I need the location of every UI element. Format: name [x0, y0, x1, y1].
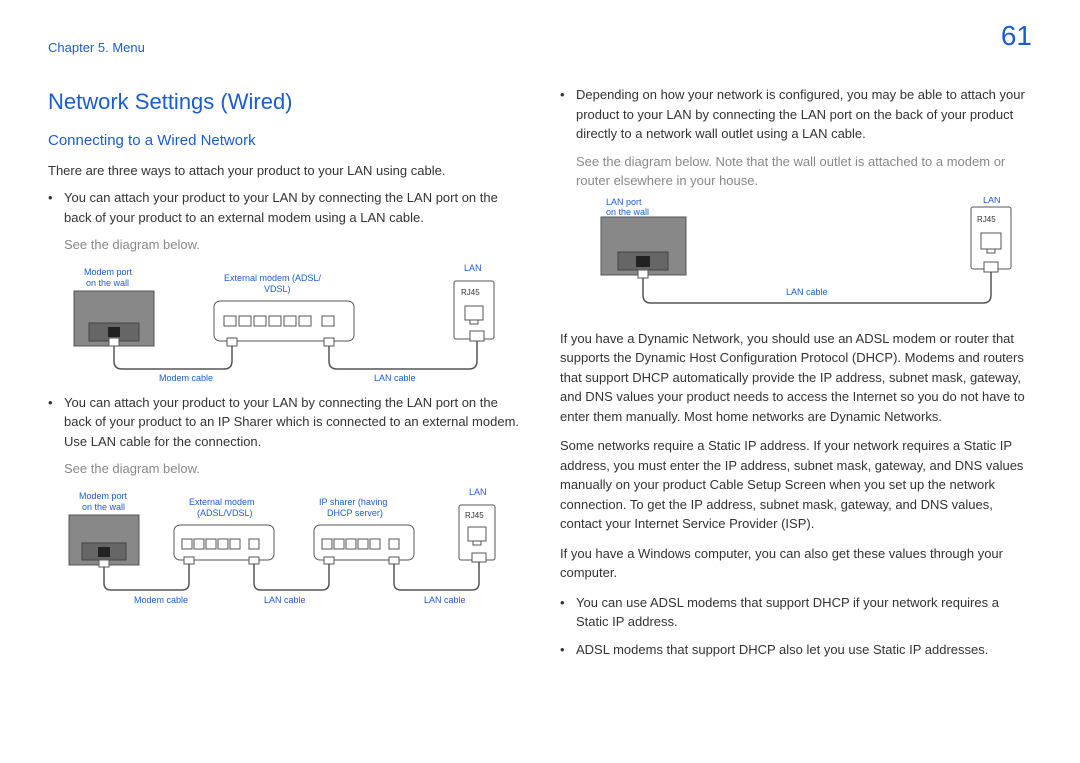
svg-text:LAN cable: LAN cable — [424, 595, 466, 605]
diagram-3-svg: LAN port on the wall RJ45 LAN LAN cable — [576, 197, 1016, 317]
bullet-list: You can attach your product to your LAN … — [48, 188, 520, 227]
svg-text:RJ45: RJ45 — [977, 215, 996, 224]
svg-text:IP sharer (having: IP sharer (having — [319, 497, 387, 507]
svg-text:RJ45: RJ45 — [461, 288, 480, 297]
subsection-title: Connecting to a Wired Network — [48, 130, 520, 153]
svg-text:VDSL): VDSL) — [264, 284, 291, 294]
body-paragraph: If you have a Windows computer, you can … — [560, 544, 1032, 583]
see-diagram-text: See the diagram below. — [48, 235, 520, 255]
bullet-list: Depending on how your network is configu… — [560, 85, 1032, 144]
page-header: Chapter 5. Menu 61 — [48, 40, 1032, 55]
see-diagram-text: See the diagram below. Note that the wal… — [560, 152, 1032, 191]
body-paragraph: Some networks require a Static IP addres… — [560, 436, 1032, 534]
svg-text:Modem cable: Modem cable — [134, 595, 188, 605]
svg-text:Modem port: Modem port — [84, 267, 133, 277]
svg-text:(ADSL/VDSL): (ADSL/VDSL) — [197, 508, 253, 518]
body-paragraph: If you have a Dynamic Network, you shoul… — [560, 329, 1032, 427]
chapter-label: Chapter 5. Menu — [48, 40, 145, 55]
intro-text: There are three ways to attach your prod… — [48, 161, 520, 181]
see-diagram-text: See the diagram below. — [48, 459, 520, 479]
svg-text:External modem (ADSL/: External modem (ADSL/ — [224, 273, 322, 283]
svg-text:Modem port: Modem port — [79, 491, 128, 501]
diagram-2: Modem port on the wall External modem (A… — [48, 485, 520, 605]
svg-text:DHCP server): DHCP server) — [327, 508, 383, 518]
left-column: Network Settings (Wired) Connecting to a… — [48, 85, 520, 667]
svg-text:on the wall: on the wall — [82, 502, 125, 512]
page-number: 61 — [1001, 20, 1032, 52]
svg-text:LAN cable: LAN cable — [786, 287, 828, 297]
bullet-list: You can use ADSL modems that support DHC… — [560, 593, 1032, 660]
diagram-1-svg: Modem port on the wall External modem (A… — [64, 261, 504, 381]
bullet-item: You can attach your product to your LAN … — [48, 393, 520, 452]
bullet-list: You can attach your product to your LAN … — [48, 393, 520, 452]
svg-text:LAN cable: LAN cable — [264, 595, 306, 605]
svg-text:LAN: LAN — [983, 197, 1001, 205]
right-column: Depending on how your network is configu… — [560, 85, 1032, 667]
diagram-2-svg: Modem port on the wall External modem (A… — [64, 485, 504, 605]
svg-text:LAN: LAN — [469, 487, 487, 497]
diagram-3: LAN port on the wall RJ45 LAN LAN cable — [560, 197, 1032, 317]
svg-text:on the wall: on the wall — [86, 278, 129, 288]
svg-text:LAN cable: LAN cable — [374, 373, 416, 381]
content-columns: Network Settings (Wired) Connecting to a… — [48, 85, 1032, 667]
svg-text:LAN port: LAN port — [606, 197, 642, 207]
section-title: Network Settings (Wired) — [48, 85, 520, 118]
diagram-1: Modem port on the wall External modem (A… — [48, 261, 520, 381]
bullet-item: You can attach your product to your LAN … — [48, 188, 520, 227]
svg-text:LAN: LAN — [464, 263, 482, 273]
svg-text:External modem: External modem — [189, 497, 255, 507]
svg-text:Modem cable: Modem cable — [159, 373, 213, 381]
bullet-item: ADSL modems that support DHCP also let y… — [560, 640, 1032, 660]
bullet-item: Depending on how your network is configu… — [560, 85, 1032, 144]
svg-text:RJ45: RJ45 — [465, 511, 484, 520]
svg-text:on the wall: on the wall — [606, 207, 649, 217]
bullet-item: You can use ADSL modems that support DHC… — [560, 593, 1032, 632]
